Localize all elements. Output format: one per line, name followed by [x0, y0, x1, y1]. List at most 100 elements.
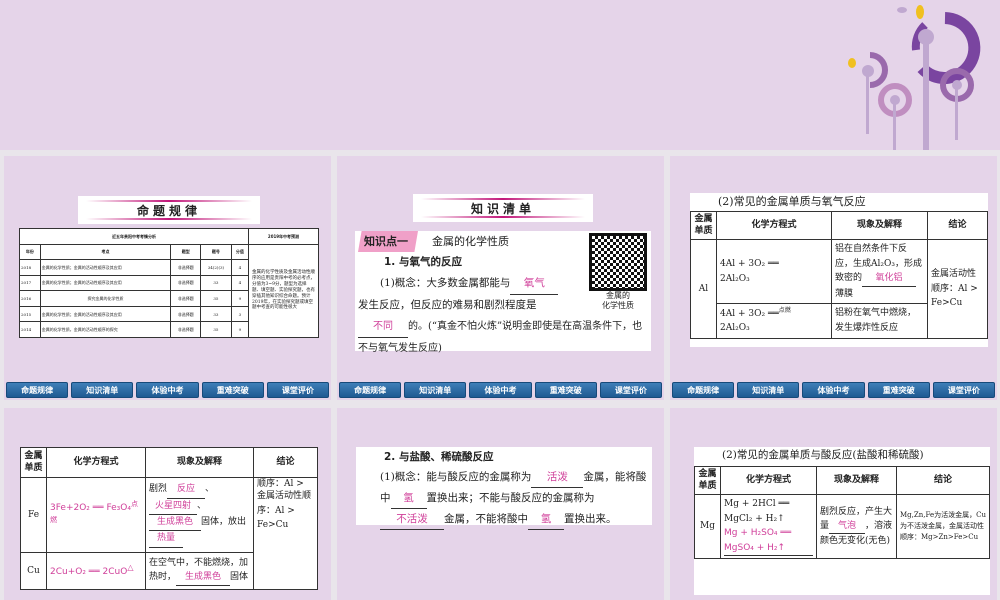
text: 结论 [927, 210, 988, 241]
nav-button-evaluation[interactable]: 课堂评价 [599, 382, 663, 398]
text: 金属的化学性质；金属的活动性顺序及其应用 [39, 259, 172, 276]
nav-button-exam[interactable]: 体验中考 [469, 382, 532, 398]
text: 生成黑色 [176, 570, 231, 586]
text: 年份 [19, 243, 41, 261]
text: 9 [230, 290, 250, 307]
text: 剧烈 [149, 484, 168, 495]
text: 金属单质 [694, 465, 721, 496]
acid-reaction-concept: 2. 与盐酸、稀硫酸反应 (1)概念：能与酸反应的金属称为 活泼 金属，能将酸中氢置… [356, 447, 652, 530]
knowledge-panel: 知识点一 金属的化学性质 1. 与氧气的反应 (1)概念：大多数金属都能与 氧气 … [355, 231, 651, 354]
text: 顺序：Al > [257, 479, 304, 490]
text: 不活泼 [380, 509, 444, 530]
text: 近五年贵阳中考考情分析 [19, 228, 249, 245]
text: 35 [200, 290, 232, 307]
nav-button-evaluation[interactable]: 课堂评价 [932, 382, 996, 398]
text: 2014 [19, 321, 41, 338]
nav-button-rules[interactable]: 命题规律 [672, 382, 735, 398]
fe-cu-oxygen-table: 金属单质 化学方程式 现象及解释 结论 Fe 3Fe+2O₂ ══ Fe₃O₄点燃 剧… [20, 447, 318, 590]
text: 非选择题 [170, 290, 202, 307]
text: 氧气 [510, 273, 559, 295]
slide-5-thumbnail[interactable]: 2. 与盐酸、稀硫酸反应 (1)概念：能与酸反应的金属称为 活泼 金属，能将酸中氢置… [337, 408, 664, 600]
text: 2016 [19, 290, 41, 307]
nav-button-exam[interactable]: 体验中考 [802, 382, 865, 398]
nav-button-rules[interactable]: 命题规律 [6, 382, 69, 398]
nav-button-difficulty[interactable]: 重难突破 [201, 382, 264, 398]
text: 固体，放出 [201, 517, 247, 528]
text: 考点 [39, 243, 172, 261]
text: (1)概念：大多数金属都能与 [380, 277, 511, 289]
text: 金属活动性顺序：Al > Fe>Cu [257, 491, 312, 530]
text: 33 [200, 305, 232, 323]
knowledge-tag: 知识点一 [358, 231, 418, 252]
table-row: Al 4Al + 3O₂ ══ 2Al₂O₃ 铝在自然条件下反应，生成Al₂O₃，… [690, 239, 988, 339]
nav-button-rules[interactable]: 命题规律 [339, 382, 402, 398]
text: 金属单质 [690, 210, 717, 241]
slide-banner: 命题规律 [78, 196, 260, 224]
slide-3-thumbnail[interactable]: (2)常见的金属单质与氧气反应 金属单质 化学方程式 现象及解释 结论 Al 4Al … [670, 156, 997, 400]
text: 题型 [170, 243, 202, 261]
text: (1)概念：能与酸反应的金属称为 [380, 471, 532, 483]
text: 氢 [528, 509, 564, 530]
text: 3Fe+2O₂ ══ Fe₃O₄ [50, 502, 131, 513]
text: 2015 [19, 305, 41, 323]
text: 气泡 [829, 519, 866, 535]
nav-button-knowledge[interactable]: 知识清单 [404, 382, 467, 398]
text: 2019年中考预测 [248, 228, 319, 245]
slide-2-thumbnail[interactable]: 知识清单 知识点一 金属的化学性质 1. 与氧气的反应 (1)概念：大多数金属都… [337, 156, 664, 400]
text: 化学方程式 [720, 465, 817, 496]
slide-4-thumbnail[interactable]: 金属单质 化学方程式 现象及解释 结论 Fe 3Fe+2O₂ ══ Fe₃O₄点燃 剧… [4, 408, 331, 600]
text: 34(2)(3) [200, 259, 232, 276]
table-row: Fe 3Fe+2O₂ ══ Fe₃O₄点燃 剧烈 反应 、火星四射 、生成黑色 固体，放… [20, 477, 318, 590]
prediction-text: 金属的化学性质及金属活动性顺序的应用是贵阳中考的必考点，分值为3~9分，题型为选… [248, 243, 319, 339]
table-row: Mg Mg + 2HCl ══ MgCl₂ + H₂↑ Mg + H₂SO₄ ══… [694, 494, 990, 559]
nav-button-difficulty[interactable]: 重难突破 [534, 382, 597, 398]
section-nav-bar: 命题规律 知识清单 体验中考 重难突破 课堂评价 [4, 382, 331, 398]
text: Al [690, 239, 717, 339]
text: Mg + 2HCl ══ MgCl₂ + H₂↑ [724, 499, 790, 524]
text: 9 [230, 321, 250, 338]
qr-code-icon[interactable] [589, 233, 647, 291]
text: Cu [20, 551, 47, 590]
text: 化学方程式 [716, 210, 832, 241]
text: 金属的化学性质；金属的活动性顺序及其应用 [39, 274, 172, 292]
nav-button-difficulty[interactable]: 重难突破 [867, 382, 930, 398]
text: 置换出来。 [564, 513, 617, 525]
flower-decoration-icon [848, 5, 981, 150]
text: 反应 [167, 482, 206, 499]
text: 不同 [358, 316, 408, 338]
text: 非选择题 [170, 321, 202, 338]
text: 金属，不能将酸中 [444, 513, 528, 525]
text: 现象及解释 [816, 465, 897, 496]
slide-banner: 知识清单 [413, 194, 593, 222]
text: 铝粉在氧气中燃烧，发生爆炸性反应 [831, 302, 928, 339]
oxygen-reaction-table: (2)常见的金属单质与氧气反应 金属单质 化学方程式 现象及解释 结论 Al 4Al … [690, 193, 988, 347]
text: 探究金属的化学性质 [39, 290, 172, 307]
text: 热量 [149, 531, 183, 548]
slide-6-thumbnail[interactable]: (2)常见的金属单质与酸反应(盐酸和稀硫酸) 金属单质 化学方程式 现象及解释 结论 … [670, 408, 997, 600]
exam-analysis-table: 近五年贵阳中考考情分析 2019年中考预测 年份 考点 题型 题号 分值 金属的化学性质及… [19, 228, 319, 339]
text: 现象及解释 [831, 210, 928, 241]
slide-title-partial[interactable] [0, 0, 1000, 150]
section-nav-bar: 命题规律 知识清单 体验中考 重难突破 课堂评价 [337, 382, 664, 398]
text: Mg + H₂SO₄ ══ MgSO₄ + H₂↑ [724, 526, 813, 556]
acid-reaction-table: (2)常见的金属单质与酸反应(盐酸和稀硫酸) 金属单质 化学方程式 现象及解释 结论 … [694, 447, 990, 595]
nav-button-knowledge[interactable]: 知识清单 [71, 382, 134, 398]
section-nav-bar: 命题规律 知识清单 体验中考 重难突破 课堂评价 [670, 382, 997, 398]
text: 结论 [253, 447, 318, 479]
text: 4Al + 3O₂ ══ [720, 259, 779, 270]
nav-button-exam[interactable]: 体验中考 [136, 382, 199, 398]
text: 2Al₂O₃ [720, 273, 750, 284]
slide-1-thumbnail[interactable]: 命题规律 近五年贵阳中考考情分析 2019年中考预测 年份 考点 题型 题号 分值 金属的… [4, 156, 331, 400]
text: 2017 [19, 274, 41, 292]
text: 4Al + 3O₂ ══ [720, 308, 779, 319]
text: Mg [694, 494, 721, 559]
nav-button-knowledge[interactable]: 知识清单 [737, 382, 800, 398]
text: Mg,Zn,Fe为活泼金属，Cu为不活泼金属，金属活动性顺序：Mg>Zn>Fe>… [896, 494, 990, 559]
text: 分值 [230, 243, 250, 261]
text: 题号 [200, 243, 232, 261]
text: 薄膜 [835, 288, 854, 299]
nav-button-evaluation[interactable]: 课堂评价 [266, 382, 330, 398]
text: 金属的化学性质；金属的活动性顺序及其应用 [39, 305, 172, 323]
text: 2Al₂O₃ [720, 323, 750, 334]
text: 2018 [19, 259, 41, 276]
